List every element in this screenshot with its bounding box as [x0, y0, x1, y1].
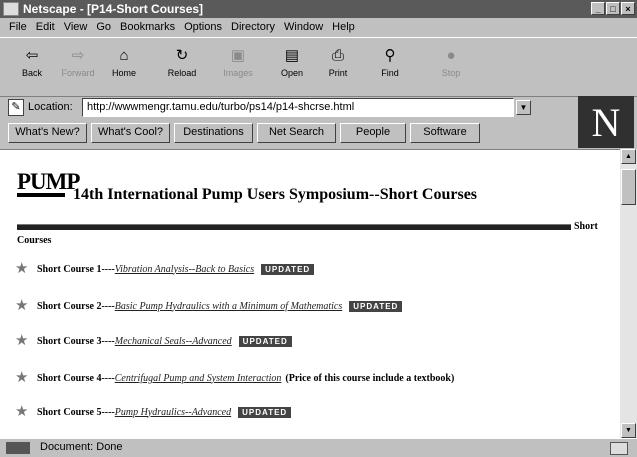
print-button[interactable]: ⎙ Print [315, 45, 361, 85]
star-icon: ★ [15, 261, 29, 277]
vertical-scrollbar[interactable]: ▲ ▼ [620, 149, 637, 438]
status-bar: Document: Done [0, 438, 637, 457]
status-text: Document: Done [40, 441, 123, 453]
menu-window[interactable]: Window [284, 21, 323, 33]
menu-bookmarks[interactable]: Bookmarks [120, 21, 175, 33]
find-button[interactable]: ⚲ Find [367, 45, 413, 85]
forward-label: Forward [61, 68, 95, 78]
destinations-button[interactable]: Destinations [174, 123, 253, 143]
updated-badge: UPDATED [238, 406, 292, 418]
menu-directory[interactable]: Directory [231, 21, 275, 33]
images-label: Images [223, 68, 253, 78]
scroll-up-arrow-icon[interactable]: ▲ [621, 149, 636, 164]
close-button[interactable]: × [621, 2, 635, 15]
section-divider [17, 224, 571, 230]
location-bar: ✎ Location: http://wwwmengr.tamu.edu/tur… [0, 97, 637, 119]
directory-buttons-bar: What's New? What's Cool? Destinations Ne… [0, 121, 578, 147]
pump-logo-underline [17, 193, 65, 197]
pump-logo: PUMP [17, 169, 80, 194]
menu-options[interactable]: Options [184, 21, 222, 33]
stop-label: Stop [441, 68, 461, 78]
open-icon: ▤ [284, 47, 300, 64]
reload-button[interactable]: ↻ Reload [159, 45, 205, 85]
print-icon: ⎙ [331, 47, 344, 64]
images-button[interactable]: ▣ Images [215, 45, 261, 85]
course-item: ★ Short Course 2---- Basic Pump Hydrauli… [15, 297, 403, 315]
whats-cool-button[interactable]: What's Cool? [91, 123, 170, 143]
maximize-button[interactable]: □ [606, 2, 620, 15]
mail-icon[interactable] [610, 442, 628, 455]
course-item: ★ Short Course 1---- Vibration Analysis-… [15, 260, 315, 278]
home-label: Home [111, 68, 136, 78]
forward-button[interactable]: ⇨ Forward [55, 45, 101, 85]
star-icon: ★ [15, 298, 29, 314]
minimize-button[interactable]: _ [591, 2, 605, 15]
course-label: Short Course 5---- [37, 406, 115, 418]
people-button[interactable]: People [340, 123, 406, 143]
menu-help[interactable]: Help [332, 21, 355, 33]
window-controls: _ □ × [591, 2, 635, 15]
course-link[interactable]: Mechanical Seals--Advanced [115, 336, 232, 347]
back-button[interactable]: ⇦ Back [9, 45, 55, 85]
course-link[interactable]: Centrifugal Pump and System Interaction [115, 373, 282, 384]
print-label: Print [328, 68, 348, 78]
home-button[interactable]: ⌂ Home [101, 45, 147, 85]
find-label: Find [381, 68, 399, 78]
title-bar: Netscape - [P14-Short Courses] _ □ × [0, 0, 637, 18]
course-item: ★ Short Course 3---- Mechanical Seals--A… [15, 332, 292, 350]
home-icon: ⌂ [119, 47, 129, 64]
star-icon: ★ [15, 370, 29, 386]
security-key-icon[interactable] [6, 442, 30, 454]
bookmark-link-icon[interactable]: ✎ [8, 99, 24, 116]
scroll-down-arrow-icon[interactable]: ▼ [621, 423, 636, 438]
course-label: Short Course 4---- [37, 372, 115, 384]
netscape-logo[interactable]: N [578, 96, 634, 148]
scroll-thumb[interactable] [621, 169, 636, 205]
menu-view[interactable]: View [64, 21, 88, 33]
software-button[interactable]: Software [410, 123, 480, 143]
netscape-app-icon[interactable] [3, 2, 19, 16]
location-url-field[interactable]: http://wwwmengr.tamu.edu/turbo/ps14/p14-… [82, 98, 514, 117]
section-label-short: Short [574, 221, 598, 232]
updated-badge: UPDATED [238, 335, 292, 347]
star-icon: ★ [15, 333, 29, 349]
navigation-toolbar: ⇦ Back ⇨ Forward ⌂ Home ↻ Reload ▣ Image… [0, 37, 637, 97]
course-label: Short Course 1---- [37, 263, 115, 275]
updated-badge: UPDATED [349, 300, 403, 312]
updated-badge: UPDATED [261, 263, 315, 275]
images-icon: ▣ [230, 47, 246, 64]
course-item: ★ Short Course 5---- Pump Hydraulics--Ad… [15, 403, 292, 421]
menu-bar: File Edit View Go Bookmarks Options Dire… [0, 18, 637, 36]
open-button[interactable]: ▤ Open [269, 45, 315, 85]
course-item: ★ Short Course 4---- Centrifugal Pump an… [15, 369, 454, 387]
back-label: Back [21, 68, 42, 78]
location-label: Location: [28, 101, 73, 113]
reload-icon: ↻ [175, 47, 189, 64]
menu-go[interactable]: Go [96, 21, 111, 33]
course-label: Short Course 3---- [37, 335, 115, 347]
net-search-button[interactable]: Net Search [257, 123, 336, 143]
page-title: 14th International Pump Users Symposium-… [73, 186, 478, 203]
course-link[interactable]: Basic Pump Hydraulics with a Minimum of … [115, 301, 342, 312]
menu-edit[interactable]: Edit [36, 21, 55, 33]
location-dropdown-button[interactable]: ▼ [516, 100, 531, 115]
reload-label: Reload [167, 68, 197, 78]
section-label-courses: Courses [17, 235, 52, 246]
star-icon: ★ [15, 404, 29, 420]
find-icon: ⚲ [384, 47, 396, 64]
page-content: PUMP 14th International Pump Users Sympo… [0, 149, 620, 439]
window-title: Netscape - [P14-Short Courses] [23, 2, 204, 16]
course-link[interactable]: Vibration Analysis--Back to Basics [115, 264, 254, 275]
course-label: Short Course 2---- [37, 300, 115, 312]
whats-new-button[interactable]: What's New? [8, 123, 87, 143]
course-note: (Price of this course include a textbook… [285, 372, 455, 384]
stop-icon: ● [446, 47, 456, 64]
menu-file[interactable]: File [9, 21, 27, 33]
course-link[interactable]: Pump Hydraulics--Advanced [115, 407, 231, 418]
forward-arrow-icon: ⇨ [71, 47, 85, 64]
open-label: Open [280, 68, 304, 78]
back-arrow-icon: ⇦ [25, 47, 39, 64]
stop-button[interactable]: ● Stop [428, 45, 474, 85]
